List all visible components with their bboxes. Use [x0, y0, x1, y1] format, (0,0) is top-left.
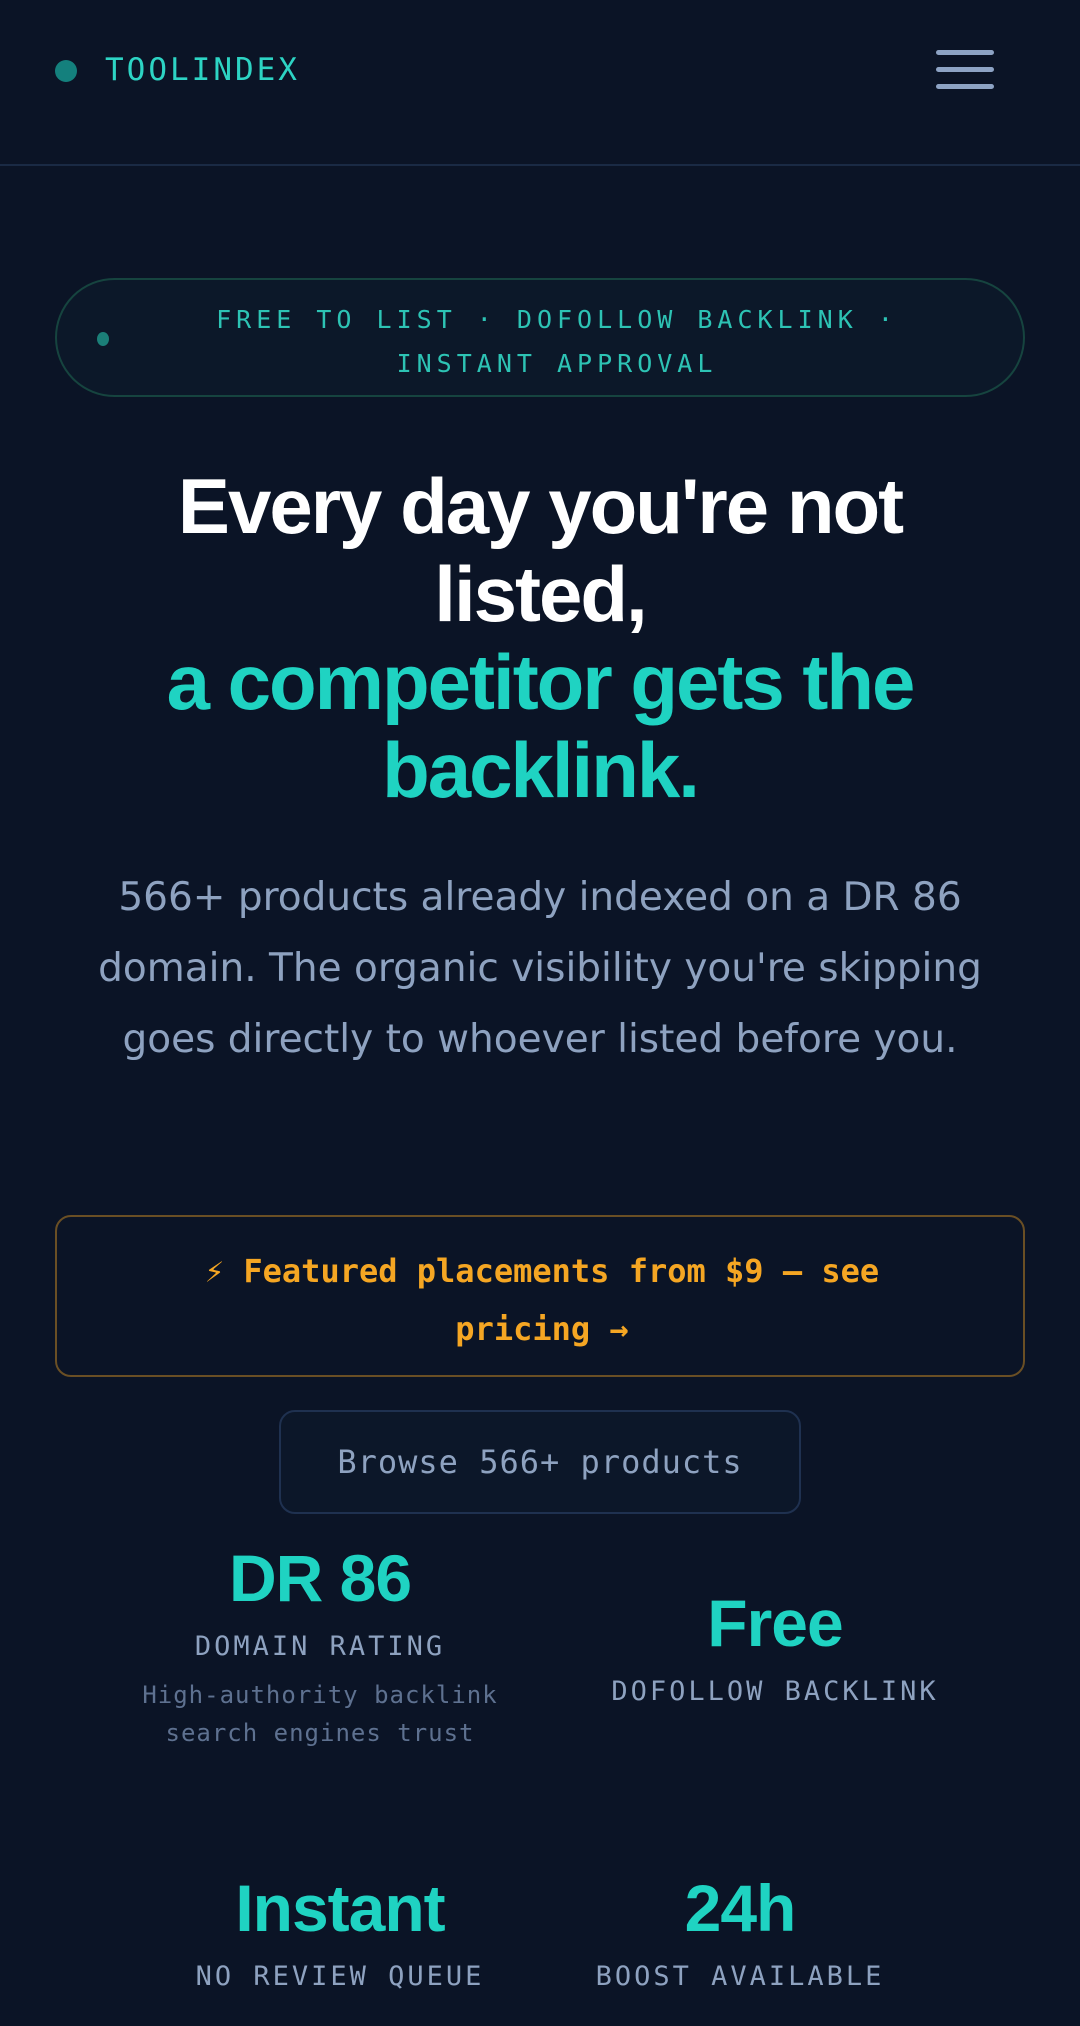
site-header: TOOLINDEX [0, 0, 1080, 166]
stat-label: DOMAIN RATING [194, 1631, 446, 1662]
hero-subtext: 566+ products already indexed on a DR 86… [98, 875, 982, 1062]
hero-headline: Every day you're not listed, a competito… [80, 462, 1000, 814]
stat-domain-rating: DR 86 DOMAIN RATING High-authority backl… [110, 1540, 530, 1752]
stat-value: DR 86 [228, 1541, 412, 1615]
hero-badge: FREE TO LIST · DOFOLLOW BACKLINK · INSTA… [55, 278, 1025, 397]
headline-accent: a competitor gets the backlink. [166, 638, 916, 814]
hamburger-menu-icon[interactable] [932, 46, 998, 98]
menu-bar [936, 67, 994, 72]
stat-value: Instant [235, 1871, 445, 1945]
featured-placements-banner[interactable]: ⚡ Featured placements from $9 — see pric… [55, 1215, 1025, 1377]
featured-placements-link[interactable]: ⚡ Featured placements from $9 — see pric… [147, 1242, 937, 1358]
stat-dofollow: Free DOFOLLOW BACKLINK [560, 1585, 990, 1711]
logo-dot-icon [55, 60, 77, 82]
logo-text[interactable]: TOOLINDEX [105, 48, 300, 92]
badge-dot-icon [97, 332, 109, 346]
stat-instant: Instant NO REVIEW QUEUE [160, 1870, 520, 1996]
menu-bar [936, 84, 994, 89]
stat-boost: 24h BOOST AVAILABLE [560, 1870, 920, 1996]
stat-label: NO REVIEW QUEUE [195, 1961, 485, 1992]
menu-bar [936, 50, 994, 55]
stat-label: DOFOLLOW BACKLINK [611, 1676, 939, 1707]
stat-value: Free [707, 1586, 843, 1660]
browse-products-button[interactable]: Browse 566+ products [279, 1410, 801, 1514]
stat-value: 24h [684, 1871, 797, 1945]
hero-badge-text: FREE TO LIST · DOFOLLOW BACKLINK · INSTA… [216, 305, 898, 378]
headline-primary: Every day you're not listed, [177, 462, 904, 638]
stat-description: High-authority backlink search engines t… [142, 1681, 498, 1747]
stat-label: BOOST AVAILABLE [595, 1961, 885, 1992]
